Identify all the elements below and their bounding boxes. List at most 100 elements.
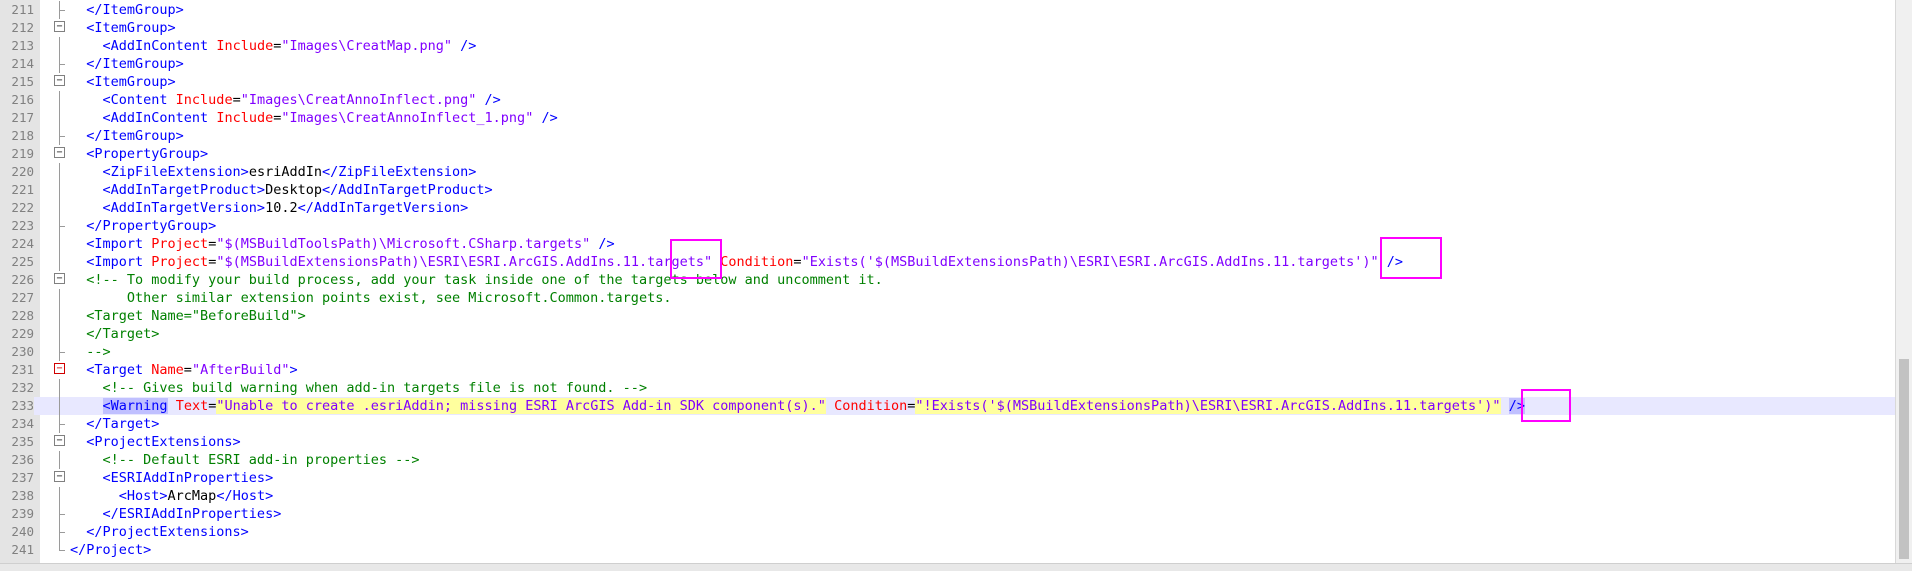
fold-collapse-icon[interactable]: − (54, 147, 65, 158)
code-line[interactable]: 238 <Host>ArcMap</Host> (0, 487, 1895, 505)
line-number: 227 (0, 289, 34, 307)
code-token: </ItemGroup> (70, 2, 184, 18)
fold-guide-line (59, 487, 60, 505)
code-line[interactable]: 224 <Import Project="$(MSBuildToolsPath)… (0, 235, 1895, 253)
line-number: 232 (0, 379, 34, 397)
code-text: Other similar extension points exist, se… (70, 289, 672, 307)
fold-collapse-icon[interactable]: − (54, 273, 65, 284)
code-token: <ProjectExtensions> (70, 434, 241, 450)
code-line[interactable]: 216 <Content Include="Images\CreatAnnoIn… (0, 91, 1895, 109)
fold-collapse-icon[interactable]: − (54, 363, 65, 374)
code-token: ArcMap (167, 488, 217, 504)
code-line[interactable]: 222 <AddInTargetVersion>10.2</AddInTarge… (0, 199, 1895, 217)
fold-collapse-icon[interactable]: − (54, 21, 65, 32)
code-line[interactable]: 233 <Warning Text="Unable to create .esr… (0, 397, 1895, 415)
fold-end-tick (59, 64, 65, 65)
code-line[interactable]: 236 <!-- Default ESRI add-in properties … (0, 451, 1895, 469)
vertical-scrollbar[interactable] (1895, 0, 1912, 563)
code-line[interactable]: 211 </ItemGroup> (0, 1, 1895, 19)
code-line[interactable]: 213 <AddInContent Include="Images\CreatM… (0, 37, 1895, 55)
code-line[interactable]: 223 </PropertyGroup> (0, 217, 1895, 235)
line-number: 225 (0, 253, 34, 271)
fold-collapse-icon[interactable]: − (54, 75, 65, 86)
line-number: 220 (0, 163, 34, 181)
code-token: esriAddIn (248, 164, 322, 180)
code-line[interactable]: 228 <Target Name="BeforeBuild"> (0, 307, 1895, 325)
horizontal-scrollbar[interactable] (0, 563, 1912, 571)
line-number: 238 (0, 487, 34, 505)
code-line[interactable]: 220 <ZipFileExtension>esriAddIn</ZipFile… (0, 163, 1895, 181)
code-text: <PropertyGroup> (70, 145, 208, 163)
code-token: Include (175, 92, 233, 108)
line-number: 211 (0, 1, 34, 19)
code-line[interactable]: 234 </Target> (0, 415, 1895, 433)
highlight-box-225 (1380, 237, 1442, 279)
code-line[interactable]: 219 − <PropertyGroup> (0, 145, 1895, 163)
code-line[interactable]: 241 </Project> (0, 541, 1895, 559)
code-line[interactable]: 232 <!-- Gives build warning when add-in… (0, 379, 1895, 397)
code-line[interactable]: 212 − <ItemGroup> (0, 19, 1895, 37)
fold-collapse-icon[interactable]: − (54, 471, 65, 482)
code-token: --> (70, 344, 111, 360)
line-number: 221 (0, 181, 34, 199)
code-token: </ProjectExtensions> (70, 524, 249, 540)
code-token: <!-- Gives build warning when add-in tar… (70, 380, 648, 396)
code-text: </ItemGroup> (70, 1, 184, 19)
fold-end-tick (59, 10, 65, 11)
fold-collapse-icon[interactable]: − (54, 435, 65, 446)
code-line[interactable]: 227 Other similar extension points exist… (0, 289, 1895, 307)
fold-guide-line (59, 253, 60, 271)
code-line[interactable]: 214 </ItemGroup> (0, 55, 1895, 73)
code-text: </ESRIAddInProperties> (70, 505, 282, 523)
code-text: <ESRIAddInProperties> (70, 469, 274, 487)
code-token: <AddInContent (70, 110, 217, 126)
fold-end-tick (59, 424, 65, 425)
code-line[interactable]: 215 − <ItemGroup> (0, 73, 1895, 91)
code-editor[interactable]: 211 </ItemGroup> 212− <ItemGroup> 213 <Add… (0, 0, 1895, 563)
code-token: "Images\CreatAnnoInflect_1.png" (281, 110, 534, 126)
code-token: </ZipFileExtension> (321, 164, 477, 180)
line-number: 219 (0, 145, 34, 163)
code-token: Project (151, 254, 209, 270)
code-token: <PropertyGroup> (70, 146, 209, 162)
code-text: <!-- Gives build warning when add-in tar… (70, 379, 648, 397)
line-number: 226 (0, 271, 34, 289)
highlight-box-233 (1521, 389, 1571, 422)
code-token: Name (151, 362, 184, 378)
code-token: </AddInTargetProduct> (321, 182, 493, 198)
code-line[interactable]: 217 <AddInContent Include="Images\CreatA… (0, 109, 1895, 127)
code-line[interactable]: 231 − <Target Name="AfterBuild"> (0, 361, 1895, 379)
line-number: 222 (0, 199, 34, 217)
code-text: <ProjectExtensions> (70, 433, 241, 451)
vertical-scrollbar-thumb[interactable] (1899, 359, 1909, 559)
code-token: <ESRIAddInProperties> (70, 470, 274, 486)
code-line[interactable]: 235 − <ProjectExtensions> (0, 433, 1895, 451)
line-number: 240 (0, 523, 34, 541)
code-token: Other similar extension points exist, se… (70, 290, 672, 306)
code-line[interactable]: 229 </Target> (0, 325, 1895, 343)
code-line[interactable]: 230 --> (0, 343, 1895, 361)
fold-guide-line (59, 181, 60, 199)
code-line[interactable]: 240 </ProjectExtensions> (0, 523, 1895, 541)
code-token: "Unable to create .esriAddin; missing ES… (216, 398, 826, 414)
code-line[interactable]: 221 <AddInTargetProduct>Desktop</AddInTa… (0, 181, 1895, 199)
code-token: "Images\CreatMap.png" (281, 38, 453, 54)
code-text: <Host>ArcMap</Host> (70, 487, 273, 505)
code-token: Project (151, 236, 209, 252)
code-line[interactable]: 239 </ESRIAddInProperties> (0, 505, 1895, 523)
fold-guide-line (59, 307, 60, 325)
code-line[interactable]: 237 − <ESRIAddInProperties> (0, 469, 1895, 487)
code-line[interactable]: 226 − <!-- To modify your build process, … (0, 271, 1895, 289)
line-number: 235 (0, 433, 34, 451)
line-number: 236 (0, 451, 34, 469)
fold-guide-line (59, 91, 60, 109)
line-number: 237 (0, 469, 34, 487)
code-line[interactable]: 225 <Import Project = "$(MSBuildExtensions… (0, 253, 1895, 271)
code-line[interactable]: 218 </ItemGroup> (0, 127, 1895, 145)
code-token: <Target (70, 362, 152, 378)
fold-end-tick (59, 136, 65, 137)
fold-guide-line (59, 325, 60, 343)
